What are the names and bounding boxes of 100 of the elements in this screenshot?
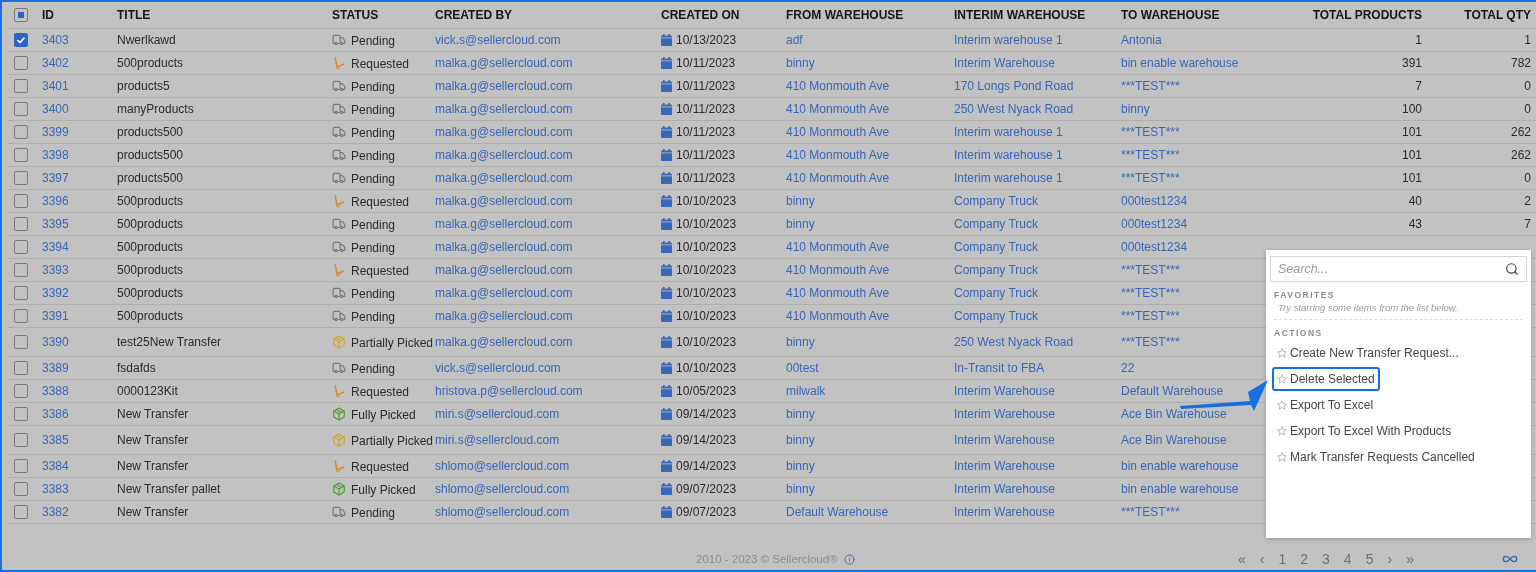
row-checkbox[interactable] [14,79,28,93]
id-link[interactable]: 3385 [42,433,117,447]
id-link[interactable]: 3393 [42,263,117,277]
row-checkbox[interactable] [14,56,28,70]
star-icon[interactable] [1277,348,1287,358]
email-link[interactable]: vick.s@sellercloud.com [435,33,661,47]
warehouse-link[interactable]: 410 Monmouth Ave [786,286,954,300]
row-checkbox[interactable] [14,263,28,277]
warehouse-link[interactable]: 000test1234 [1121,194,1271,208]
column-header[interactable]: TOTAL PRODUCTS [1271,8,1422,22]
warehouse-link[interactable]: binny [786,335,954,349]
email-link[interactable]: malka.g@sellercloud.com [435,240,661,254]
email-link[interactable]: malka.g@sellercloud.com [435,286,661,300]
id-link[interactable]: 3394 [42,240,117,254]
search-icon[interactable] [1505,262,1519,276]
select-all-checkbox[interactable] [14,8,28,22]
warehouse-link[interactable]: Interim Warehouse [954,433,1121,447]
warehouse-link[interactable]: binny [786,194,954,208]
warehouse-link[interactable]: binny [786,459,954,473]
warehouse-link[interactable]: Interim Warehouse [954,384,1121,398]
id-link[interactable]: 3388 [42,384,117,398]
id-link[interactable]: 3390 [42,335,117,349]
warehouse-link[interactable]: ***TEST*** [1121,125,1271,139]
email-link[interactable]: malka.g@sellercloud.com [435,79,661,93]
email-link[interactable]: shlomo@sellercloud.com [435,482,661,496]
email-link[interactable]: malka.g@sellercloud.com [435,56,661,70]
email-link[interactable]: malka.g@sellercloud.com [435,171,661,185]
menu-item[interactable]: Mark Transfer Requests Cancelled [1272,445,1480,469]
column-header[interactable]: INTERIM WAREHOUSE [954,8,1121,22]
row-checkbox[interactable] [14,102,28,116]
warehouse-link[interactable]: 410 Monmouth Ave [786,171,954,185]
column-header[interactable]: ID [42,8,117,22]
email-link[interactable]: malka.g@sellercloud.com [435,194,661,208]
warehouse-link[interactable]: 250 West Nyack Road [954,335,1121,349]
warehouse-link[interactable]: Interim Warehouse [954,459,1121,473]
id-link[interactable]: 3395 [42,217,117,231]
id-link[interactable]: 3397 [42,171,117,185]
email-link[interactable]: miri.s@sellercloud.com [435,407,661,421]
email-link[interactable]: malka.g@sellercloud.com [435,309,661,323]
email-link[interactable]: malka.g@sellercloud.com [435,335,661,349]
warehouse-link[interactable]: Company Truck [954,240,1121,254]
column-header[interactable]: TOTAL QTY [1422,8,1531,22]
star-icon[interactable] [1277,374,1287,384]
warehouse-link[interactable]: 410 Monmouth Ave [786,263,954,277]
column-header[interactable]: FROM WAREHOUSE [786,8,954,22]
warehouse-link[interactable]: 410 Monmouth Ave [786,240,954,254]
warehouse-link[interactable]: Company Truck [954,194,1121,208]
id-link[interactable]: 3396 [42,194,117,208]
row-checkbox[interactable] [14,459,28,473]
warehouse-link[interactable]: binny [786,433,954,447]
warehouse-link[interactable]: 00test [786,361,954,375]
warehouse-link[interactable]: 410 Monmouth Ave [786,79,954,93]
warehouse-link[interactable]: binny [786,407,954,421]
warehouse-link[interactable]: Interim warehouse 1 [954,33,1121,47]
email-link[interactable]: malka.g@sellercloud.com [435,263,661,277]
id-link[interactable]: 3400 [42,102,117,116]
column-header[interactable]: CREATED BY [435,8,661,22]
row-checkbox[interactable] [14,194,28,208]
row-checkbox[interactable] [14,309,28,323]
column-header[interactable]: CREATED ON [661,8,786,22]
email-link[interactable]: vick.s@sellercloud.com [435,361,661,375]
email-link[interactable]: malka.g@sellercloud.com [435,148,661,162]
id-link[interactable]: 3403 [42,33,117,47]
warehouse-link[interactable]: 410 Monmouth Ave [786,125,954,139]
warehouse-link[interactable]: In-Transit to FBA [954,361,1121,375]
id-link[interactable]: 3402 [42,56,117,70]
row-checkbox[interactable] [14,407,28,421]
warehouse-link[interactable]: binny [786,217,954,231]
email-link[interactable]: hristova.p@sellercloud.com [435,384,661,398]
warehouse-link[interactable]: bin enable warehouse [1121,56,1271,70]
warehouse-link[interactable]: Interim warehouse 1 [954,148,1121,162]
warehouse-link[interactable]: 410 Monmouth Ave [786,309,954,323]
warehouse-link[interactable]: milwalk [786,384,954,398]
warehouse-link[interactable]: 000test1234 [1121,240,1271,254]
row-checkbox[interactable] [14,433,28,447]
row-checkbox[interactable] [14,240,28,254]
id-link[interactable]: 3399 [42,125,117,139]
column-header[interactable]: TITLE [117,8,332,22]
row-checkbox[interactable] [14,33,28,47]
star-icon[interactable] [1277,426,1287,436]
warehouse-link[interactable]: Interim warehouse 1 [954,125,1121,139]
id-link[interactable]: 3391 [42,309,117,323]
row-checkbox[interactable] [14,171,28,185]
email-link[interactable]: shlomo@sellercloud.com [435,505,661,519]
warehouse-link[interactable]: ***TEST*** [1121,79,1271,93]
warehouse-link[interactable]: Company Truck [954,286,1121,300]
row-checkbox[interactable] [14,482,28,496]
menu-item[interactable]: Create New Transfer Request... [1272,341,1464,365]
id-link[interactable]: 3401 [42,79,117,93]
row-checkbox[interactable] [14,361,28,375]
warehouse-link[interactable]: 250 West Nyack Road [954,102,1121,116]
row-checkbox[interactable] [14,335,28,349]
menu-item[interactable]: Export To Excel With Products [1272,419,1457,443]
warehouse-link[interactable]: Interim Warehouse [954,56,1121,70]
warehouse-link[interactable]: binny [1121,102,1271,116]
id-link[interactable]: 3392 [42,286,117,300]
column-header[interactable]: TO WAREHOUSE [1121,8,1271,22]
warehouse-link[interactable]: Interim Warehouse [954,482,1121,496]
warehouse-link[interactable]: 000test1234 [1121,217,1271,231]
id-link[interactable]: 3398 [42,148,117,162]
